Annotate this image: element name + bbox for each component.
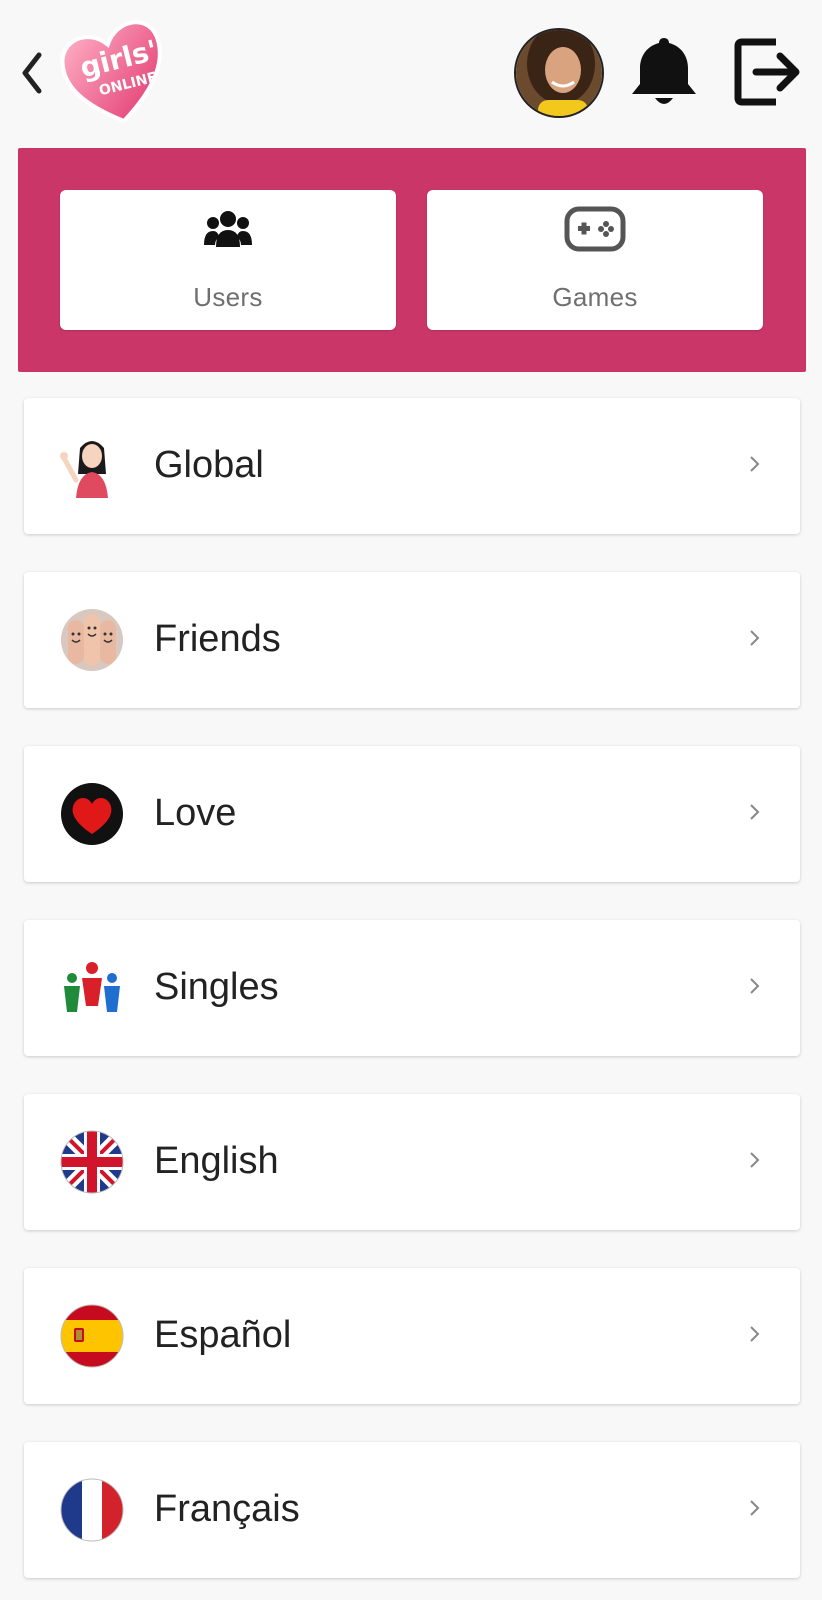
finger-faces-icon — [60, 608, 124, 672]
gamepad-icon — [564, 206, 626, 252]
chevron-right-icon — [750, 1500, 760, 1516]
room-label: Global — [154, 444, 264, 486]
room-espanol[interactable]: Español — [24, 1268, 800, 1404]
tab-users-label: Users — [193, 282, 263, 312]
room-singles[interactable]: Singles — [24, 920, 800, 1056]
notifications-button[interactable] — [628, 34, 700, 112]
chat-room-list: Global Friends Love Singles English Espa… — [24, 398, 800, 1600]
chevron-left-icon — [22, 52, 42, 94]
back-button[interactable] — [12, 45, 52, 101]
room-global[interactable]: Global — [24, 398, 800, 534]
bell-icon — [632, 38, 696, 104]
room-label: Singles — [154, 966, 279, 1008]
tab-users[interactable]: Users — [60, 190, 396, 330]
people-group-icon — [60, 956, 124, 1020]
room-love[interactable]: Love — [24, 746, 800, 882]
room-label: Love — [154, 792, 237, 834]
france-flag-icon — [60, 1478, 124, 1542]
heart-icon — [60, 782, 124, 846]
room-label: Français — [154, 1488, 300, 1530]
tab-games-label: Games — [552, 282, 638, 312]
room-francais[interactable]: Français — [24, 1442, 800, 1578]
waving-girl-icon — [60, 434, 124, 498]
tab-games[interactable]: Games — [427, 190, 763, 330]
app-header: girls' ONLINE — [0, 0, 822, 130]
tab-bar: Users Games — [18, 148, 806, 372]
users-icon — [204, 211, 252, 247]
chevron-right-icon — [750, 804, 760, 820]
chevron-right-icon — [750, 630, 760, 646]
girls-online-logo: girls' ONLINE — [58, 18, 170, 126]
room-label: English — [154, 1140, 279, 1182]
user-avatar[interactable] — [514, 28, 604, 118]
logout-button[interactable] — [734, 36, 804, 108]
chevron-right-icon — [750, 978, 760, 994]
room-friends[interactable]: Friends — [24, 572, 800, 708]
room-english[interactable]: English — [24, 1094, 800, 1230]
chevron-right-icon — [750, 456, 760, 472]
spain-flag-icon — [60, 1304, 124, 1368]
room-label: Español — [154, 1314, 292, 1356]
chevron-right-icon — [750, 1326, 760, 1342]
room-label: Friends — [154, 618, 281, 660]
logout-icon — [734, 38, 800, 106]
chevron-right-icon — [750, 1152, 760, 1168]
uk-flag-icon — [60, 1130, 124, 1194]
